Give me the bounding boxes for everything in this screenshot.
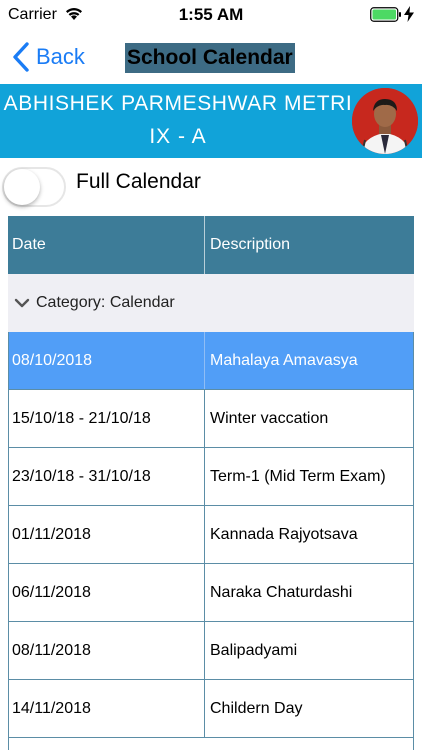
chevron-down-icon	[14, 298, 30, 308]
page-title: School Calendar	[125, 43, 295, 73]
clock: 1:55 AM	[178, 5, 244, 24]
status-bar: Carrier 1:55 AM	[0, 0, 422, 30]
table-row[interactable]: 01/11/2018 Kannada Rajyotsava	[8, 506, 414, 564]
navigation-bar: Back School Calendar	[0, 30, 422, 84]
student-class: IX - A	[149, 125, 207, 148]
row-date: 01/11/2018	[8, 506, 205, 563]
table-row[interactable]: 08/10/2018 Mahalaya Amavasya	[8, 332, 414, 390]
table-left-border	[8, 332, 9, 750]
full-calendar-toggle[interactable]	[2, 167, 66, 207]
full-calendar-label: Full Calendar	[76, 170, 201, 193]
student-avatar	[352, 88, 418, 154]
row-date: 08/11/2018	[8, 622, 205, 679]
row-date: 23/10/18 - 31/10/18	[8, 448, 205, 505]
charging-icon	[404, 6, 414, 27]
chevron-left-icon	[13, 42, 29, 72]
table-row[interactable]: 15/10/18 - 21/10/18 Winter vaccation	[8, 390, 414, 448]
row-date: 08/10/2018	[8, 332, 205, 389]
category-group-header[interactable]: Category: Calendar	[8, 274, 414, 332]
description-column-header[interactable]: Description	[205, 216, 414, 274]
category-label: Category: Calendar	[36, 294, 175, 311]
full-calendar-row: Full Calendar	[0, 158, 422, 210]
date-column-header[interactable]: Date	[8, 216, 205, 274]
row-description: Mahalaya Amavasya	[210, 352, 358, 369]
table-right-border	[413, 332, 414, 750]
row-date: 14/11/2018	[8, 680, 205, 737]
table-header: Date Description	[8, 216, 414, 274]
table-row[interactable]: 06/11/2018 Naraka Chaturdashi	[8, 564, 414, 622]
back-button[interactable]: Back	[10, 40, 85, 74]
row-description: Naraka Chaturdashi	[210, 584, 353, 601]
table-body: 08/10/2018 Mahalaya Amavasya 15/10/18 - …	[8, 332, 414, 738]
table-row[interactable]: 14/11/2018 Childern Day	[8, 680, 414, 738]
student-name: ABHISHEK PARMESHWAR METRI	[3, 92, 353, 115]
row-description: Childern Day	[210, 700, 303, 717]
row-description: Kannada Rajyotsava	[210, 526, 358, 543]
row-description: Winter vaccation	[210, 410, 329, 427]
battery-icon	[370, 7, 402, 27]
row-description: Balipadyami	[210, 642, 298, 659]
row-date: 06/11/2018	[8, 564, 205, 621]
table-row[interactable]: 08/11/2018 Balipadyami	[8, 622, 414, 680]
back-label: Back	[36, 44, 85, 69]
calendar-table: Date Description Category: Calendar 08/1…	[8, 216, 414, 750]
toggle-knob	[4, 169, 40, 205]
row-description: Term-1 (Mid Term Exam)	[210, 468, 386, 485]
student-banner: ABHISHEK PARMESHWAR METRI IX - A	[0, 84, 422, 158]
row-date: 15/10/18 - 21/10/18	[8, 390, 205, 447]
table-row[interactable]: 23/10/18 - 31/10/18 Term-1 (Mid Term Exa…	[8, 448, 414, 506]
